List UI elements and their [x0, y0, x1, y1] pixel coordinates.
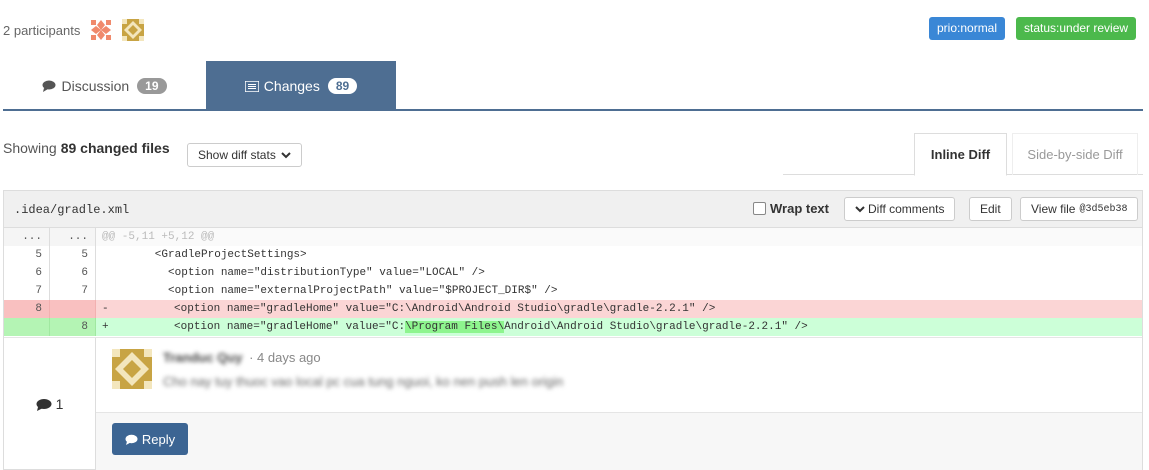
- reply-area: Reply: [96, 413, 1142, 470]
- note-body: Cho nay tuy thuoc vao local pc cua tung …: [163, 374, 564, 389]
- changed-files-count: 89 changed files: [60, 140, 170, 156]
- old-line-number[interactable]: 8: [4, 300, 50, 318]
- new-line-number[interactable]: 7: [50, 282, 96, 300]
- old-line-number: ...: [4, 228, 50, 246]
- old-line-number[interactable]: 7: [4, 282, 50, 300]
- new-line-number[interactable]: 6: [50, 264, 96, 282]
- wrap-text-checkbox[interactable]: [753, 202, 766, 215]
- note: Tranduc Quy · 4 days ago Cho nay tuy thu…: [96, 338, 1142, 413]
- participant-avatar-1[interactable]: [90, 19, 113, 41]
- wrap-text-label: Wrap text: [770, 201, 829, 216]
- diff-view-tabs: Inline Diff Side-by-side Diff: [783, 133, 1143, 176]
- participants-label: 2 participants: [3, 22, 81, 38]
- new-line-number[interactable]: [50, 300, 96, 318]
- diff-line-hunk: ... ... @@ -5,11 +5,12 @@: [4, 228, 1142, 246]
- tab-discussion[interactable]: Discussion 19: [3, 61, 206, 111]
- tab-inline-diff[interactable]: Inline Diff: [914, 133, 1007, 176]
- line-content-pre: <option name="gradleHome" value="C:: [108, 321, 406, 333]
- tab-changes-label: Changes: [263, 78, 320, 94]
- label-status-text: status:under review: [1024, 21, 1129, 35]
- commit-sha: @3d5eb38: [1079, 203, 1128, 215]
- label-prio[interactable]: prio:normal: [929, 17, 1006, 40]
- new-line-number[interactable]: 5: [50, 246, 96, 264]
- edit-label: Edit: [980, 202, 1001, 216]
- line-content: <GradleProjectSettings>: [102, 249, 307, 261]
- old-line-number[interactable]: 5: [4, 246, 50, 264]
- note-time: · 4 days ago: [249, 350, 321, 365]
- diff-line-added: 8 + <option name="gradleHome" value="C:\…: [4, 318, 1142, 336]
- view-file-button[interactable]: View file @3d5eb38: [1020, 197, 1139, 221]
- inline-diff-label: Inline Diff: [930, 147, 991, 162]
- note-author[interactable]: Tranduc Quy: [163, 350, 242, 365]
- new-line-number: ...: [50, 228, 96, 246]
- edit-file-button[interactable]: Edit: [969, 197, 1012, 221]
- view-file-label: View file: [1031, 202, 1076, 216]
- diff-comments-button[interactable]: Diff comments: [844, 197, 956, 221]
- inline-change-highlight: \Program Files\: [405, 321, 505, 333]
- comment-icon: [125, 434, 138, 445]
- file-header: .idea/gradle.xml Wrap text Diff comments…: [4, 191, 1142, 228]
- diff-line-removed: 8 - <option name="gradleHome" value="C:\…: [4, 300, 1142, 318]
- chevron-down-icon: [281, 152, 291, 159]
- tab-changes-count: 89: [327, 78, 358, 94]
- chevron-down-icon: [855, 206, 865, 213]
- showing-prefix: Showing: [3, 140, 57, 156]
- participant-avatar-2[interactable]: [122, 19, 145, 41]
- new-line-number[interactable]: 8: [50, 318, 96, 336]
- diff-line: 6 6 <option name="distributionType" valu…: [4, 264, 1142, 282]
- hunk-header: @@ -5,11 +5,12 @@: [102, 231, 215, 243]
- comment-icon: [36, 398, 52, 411]
- show-diff-stats-label: Show diff stats: [198, 148, 276, 162]
- notes-count-value: 1: [55, 396, 64, 412]
- line-content-post: Android\Android Studio\gradle\gradle-2.2…: [504, 321, 808, 333]
- diff-comments-label: Diff comments: [868, 202, 945, 216]
- changes-toolbar: Showing 89 changed files: [3, 140, 170, 156]
- diff-line: 5 5 <GradleProjectSettings>: [4, 246, 1142, 264]
- file-diff: .idea/gradle.xml Wrap text Diff comments…: [3, 190, 1143, 470]
- tab-discussion-count: 19: [137, 78, 167, 94]
- tab-changes[interactable]: Changes 89: [206, 61, 396, 111]
- file-path[interactable]: .idea/gradle.xml: [14, 203, 129, 217]
- reply-button[interactable]: Reply: [112, 423, 188, 455]
- diff-notes: 1 Tranduc Quy · 4 days ago Cho nay tuy t…: [4, 337, 1142, 470]
- line-content: <option name="externalProjectPath" value…: [102, 285, 558, 297]
- old-line-number[interactable]: 6: [4, 264, 50, 282]
- participants: 2 participants: [3, 19, 145, 41]
- line-content: <option name="distributionType" value="L…: [102, 267, 485, 279]
- old-line-number[interactable]: [4, 318, 50, 336]
- diff-line: 7 7 <option name="externalProjectPath" v…: [4, 282, 1142, 300]
- side-by-side-label: Side-by-side Diff: [1027, 147, 1123, 162]
- mr-tabs: Discussion 19 Changes 89: [3, 61, 1143, 111]
- notes-count[interactable]: 1: [4, 338, 96, 470]
- tab-discussion-label: Discussion: [61, 78, 130, 94]
- comment-icon: [42, 80, 56, 92]
- line-content: <option name="gradleHome" value="C:\Andr…: [108, 303, 716, 315]
- label-prio-text: prio:normal: [937, 21, 998, 35]
- list-icon: [244, 80, 259, 92]
- show-diff-stats-button[interactable]: Show diff stats: [187, 143, 302, 167]
- author-avatar[interactable]: [112, 349, 152, 389]
- line-content: <option name="gradleHome" value="C:\Prog…: [108, 318, 808, 336]
- tab-side-by-side-diff[interactable]: Side-by-side Diff: [1012, 133, 1138, 175]
- reply-label: Reply: [141, 431, 176, 447]
- label-status[interactable]: status:under review: [1016, 17, 1137, 40]
- wrap-text-toggle[interactable]: Wrap text: [753, 201, 829, 216]
